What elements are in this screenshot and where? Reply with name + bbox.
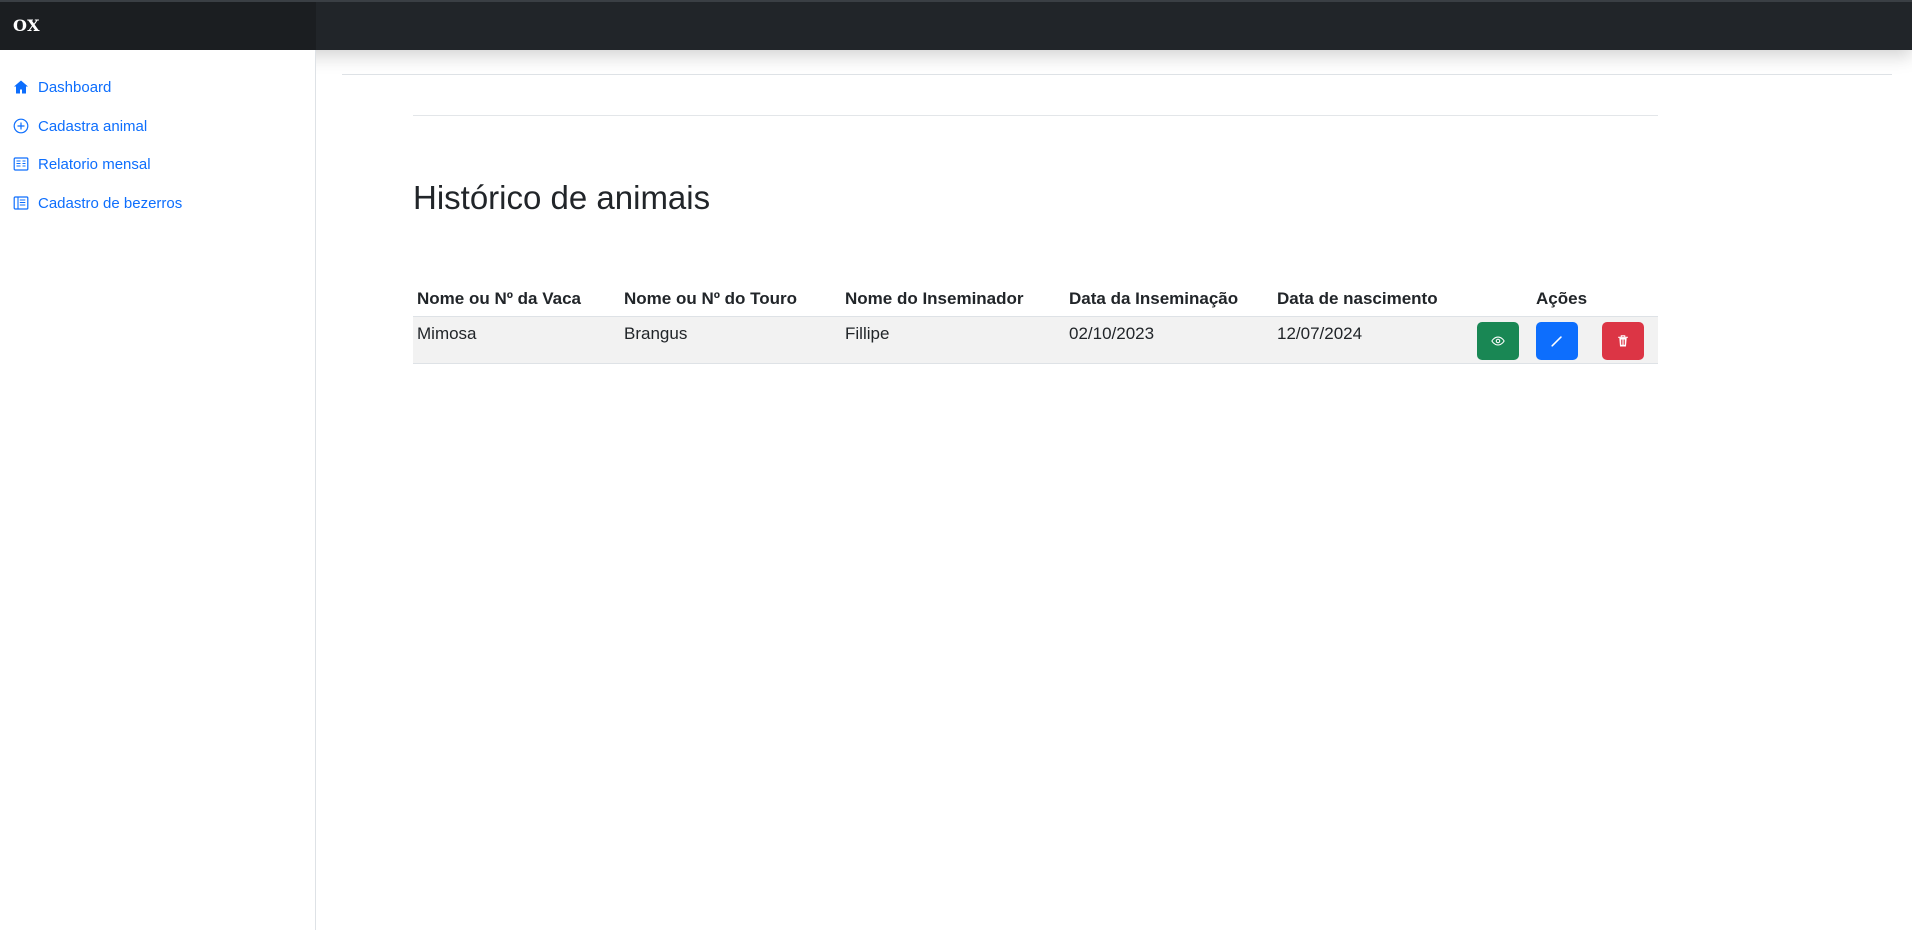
- view-button[interactable]: [1477, 322, 1519, 360]
- pencil-icon: [1551, 336, 1562, 347]
- table-row: Mimosa Brangus Fillipe 02/10/2023 12/07/…: [413, 317, 1658, 364]
- sidebar-item-dashboard[interactable]: Dashboard: [13, 75, 111, 99]
- delete-button[interactable]: [1602, 322, 1644, 360]
- column-header-acoes: Ações: [1536, 289, 1588, 308]
- divider: [413, 115, 1658, 116]
- column-header-touro: Nome ou Nº do Touro: [624, 289, 798, 308]
- sidebar-item-label: Cadastro de bezerros: [38, 194, 183, 212]
- trash-icon: [1618, 335, 1628, 347]
- cell-data-inseminacao: 02/10/2023: [1069, 324, 1155, 343]
- sidebar-item-cadastra-animal[interactable]: Cadastra animal: [13, 114, 147, 138]
- brand-logo[interactable]: OX: [13, 16, 40, 35]
- cell-data-nascimento: 12/07/2024: [1277, 324, 1363, 343]
- sidebar-item-cadastro-bezerros[interactable]: Cadastro de bezerros: [13, 191, 182, 215]
- divider: [342, 74, 1892, 75]
- eye-icon: [1491, 336, 1505, 346]
- edit-button[interactable]: [1536, 322, 1578, 360]
- animals-table: Nome ou Nº da Vaca Nome ou Nº do Touro N…: [413, 286, 1658, 364]
- sidebar: Dashboard Cadastra animal Relatorio mens…: [0, 50, 316, 930]
- column-header-vaca: Nome ou Nº da Vaca: [417, 289, 581, 308]
- top-navbar: OX: [0, 0, 1912, 50]
- cell-vaca: Mimosa: [417, 324, 477, 343]
- sidebar-item-label: Dashboard: [38, 78, 112, 96]
- page-title: Histórico de animais: [413, 179, 711, 216]
- column-header-data-nascimento: Data de nascimento: [1277, 289, 1438, 308]
- column-header-inseminador: Nome do Inseminador: [845, 289, 1024, 308]
- cell-touro: Brangus: [624, 324, 688, 343]
- table-header: Nome ou Nº da Vaca Nome ou Nº do Touro N…: [413, 286, 1658, 317]
- plus-circle-icon: [13, 118, 29, 134]
- report-icon: [13, 157, 29, 171]
- sidebar-item-relatorio-mensal[interactable]: Relatorio mensal: [13, 152, 151, 176]
- brand-area: OX: [0, 2, 316, 50]
- sidebar-item-label: Cadastra animal: [38, 117, 148, 135]
- sidebar-item-label: Relatorio mensal: [38, 155, 151, 173]
- column-header-data-inseminacao: Data da Inseminação: [1069, 289, 1239, 308]
- house-icon: [14, 80, 28, 94]
- list-book-icon: [13, 196, 29, 210]
- cell-inseminador: Fillipe: [845, 324, 890, 343]
